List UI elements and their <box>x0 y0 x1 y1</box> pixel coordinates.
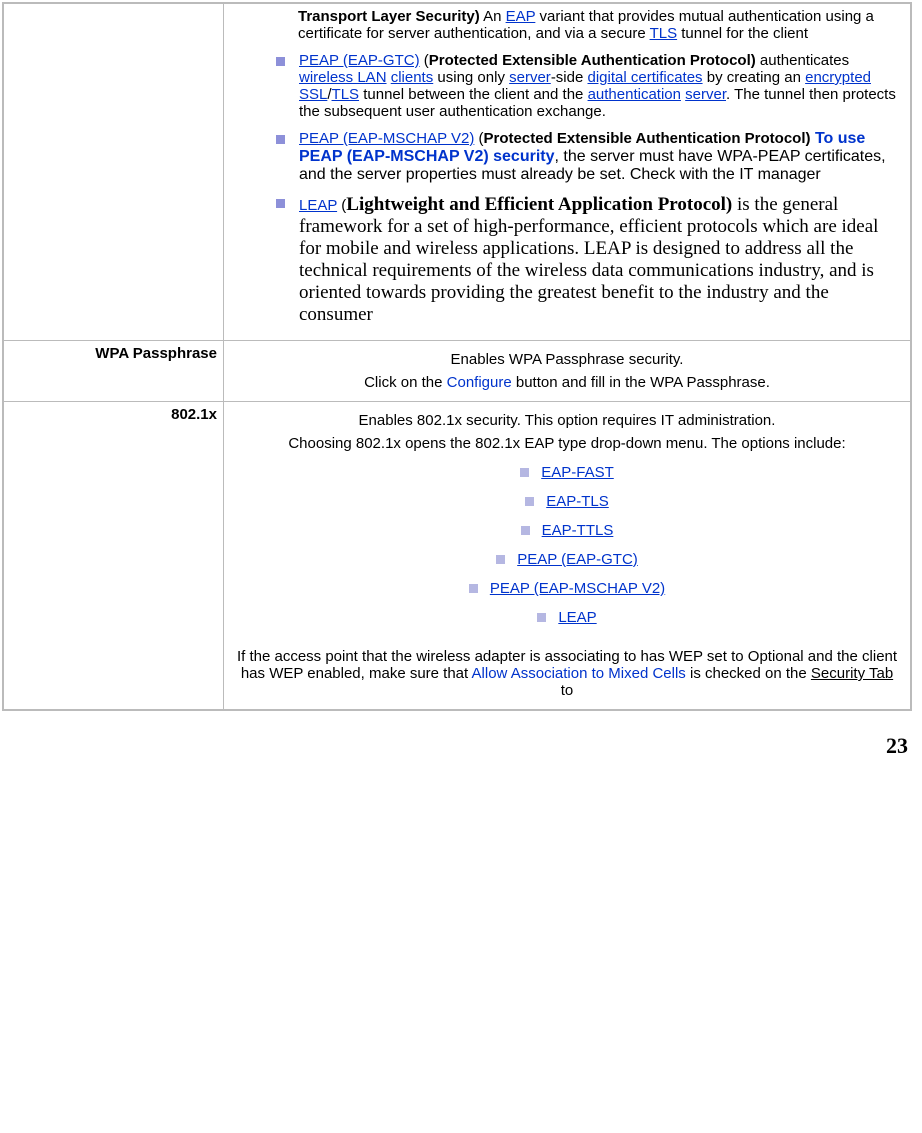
option-peap-gtc: PEAP (EAP-GTC) <box>496 551 638 568</box>
text: -side <box>551 69 588 86</box>
bullet-text: PEAP (EAP-MSCHAP V2) (Protected Extensib… <box>299 130 894 184</box>
peap-mschap-option-link[interactable]: PEAP (EAP-MSCHAP V2) <box>490 580 665 597</box>
row-content-cell: Enables 802.1x security. This option req… <box>224 402 911 710</box>
8021x-line1: Enables 802.1x security. This option req… <box>230 412 904 429</box>
text: by creating an <box>703 69 806 86</box>
text: using only <box>433 69 509 86</box>
text-bold: Transport Layer Security) <box>298 8 480 25</box>
option-peap-mschap: PEAP (EAP-MSCHAP V2) <box>469 580 665 597</box>
text-bold-serif: Lightweight and Efficient Application Pr… <box>346 194 732 215</box>
tls-link-2[interactable]: TLS <box>332 86 360 103</box>
ssl-link[interactable]: SSL <box>299 86 327 103</box>
text-bold: Protected Extensible Authentication Prot… <box>484 130 811 147</box>
eap-fast-link[interactable]: EAP-FAST <box>541 464 614 481</box>
text: button and fill in the WPA Passphrase. <box>512 374 770 391</box>
eap-tls-link[interactable]: EAP-TLS <box>546 493 609 510</box>
text: ( <box>474 130 483 147</box>
row-label-cell: WPA Passphrase <box>4 341 224 402</box>
encrypted-link[interactable]: encrypted <box>805 69 871 86</box>
allow-association-text: Allow Association to Mixed Cells <box>472 665 686 682</box>
peap-gtc-link[interactable]: PEAP (EAP-GTC) <box>299 52 420 69</box>
configure-text: Configure <box>447 374 512 391</box>
text: authenticates <box>756 52 849 69</box>
leap-link[interactable]: LEAP <box>299 197 337 214</box>
8021x-tail: If the access point that the wireless ad… <box>230 648 904 699</box>
content-frame: Transport Layer Security) An EAP variant… <box>2 2 912 711</box>
row-label-cell: 802.1x <box>4 402 224 710</box>
text: to <box>561 682 574 699</box>
8021x-line2: Choosing 802.1x opens the 802.1x EAP typ… <box>230 435 904 452</box>
bullet-icon <box>496 555 505 564</box>
text: ( <box>337 197 346 214</box>
top-paragraph: Transport Layer Security) An EAP variant… <box>230 8 904 42</box>
peap-mschap-link[interactable]: PEAP (EAP-MSCHAP V2) <box>299 130 474 147</box>
table-row: WPA Passphrase Enables WPA Passphrase se… <box>4 341 911 402</box>
peap-gtc-option-link[interactable]: PEAP (EAP-GTC) <box>517 551 638 568</box>
eap-link[interactable]: EAP <box>506 8 536 25</box>
digital-certificates-link[interactable]: digital certificates <box>588 69 703 86</box>
bullet-icon <box>276 57 285 66</box>
bullet-icon <box>276 135 285 144</box>
bullet-icon <box>469 584 478 593</box>
option-eap-ttls: EAP-TTLS <box>521 522 614 539</box>
authentication-link[interactable]: authentication <box>588 86 681 103</box>
wpa-line2: Click on the Configure button and fill i… <box>230 374 904 391</box>
clients-link[interactable]: clients <box>391 69 434 86</box>
server-link[interactable]: server <box>509 69 551 86</box>
bullet-icon <box>520 468 529 477</box>
table-row: Transport Layer Security) An EAP variant… <box>4 4 911 341</box>
bullet-text: PEAP (EAP-GTC) (Protected Extensible Aut… <box>299 52 900 120</box>
option-eap-tls: EAP-TLS <box>525 493 609 510</box>
wpa-line1: Enables WPA Passphrase security. <box>230 351 904 368</box>
leap-option-link[interactable]: LEAP <box>558 609 596 626</box>
eap-ttls-link[interactable]: EAP-TTLS <box>542 522 614 539</box>
bullet-item-leap: LEAP (Lightweight and Efficient Applicat… <box>230 194 904 326</box>
tls-link[interactable]: TLS <box>650 25 678 42</box>
text: Click on the <box>364 374 447 391</box>
text: tunnel for the client <box>677 25 808 42</box>
table-row: 802.1x Enables 802.1x security. This opt… <box>4 402 911 710</box>
bullet-icon <box>276 199 285 208</box>
bullet-item-peap-gtc: PEAP (EAP-GTC) (Protected Extensible Aut… <box>230 52 904 120</box>
wireless-lan-link[interactable]: wireless LAN <box>299 69 387 86</box>
row-content-cell: Enables WPA Passphrase security. Click o… <box>224 341 911 402</box>
text-bold: Protected Extensible Authentication Prot… <box>429 52 756 69</box>
row-label-cell <box>4 4 224 341</box>
option-eap-fast: EAP-FAST <box>520 464 614 481</box>
text: ( <box>420 52 429 69</box>
server-link-2[interactable]: server <box>685 86 726 103</box>
row-content-cell: Transport Layer Security) An EAP variant… <box>224 4 911 341</box>
bullet-item-peap-mschap: PEAP (EAP-MSCHAP V2) (Protected Extensib… <box>230 130 904 184</box>
definitions-table: Transport Layer Security) An EAP variant… <box>3 3 911 710</box>
text: is checked on the <box>686 665 811 682</box>
bullet-icon <box>525 497 534 506</box>
security-tab-link[interactable]: Security Tab <box>811 665 893 682</box>
bullet-text: LEAP (Lightweight and Efficient Applicat… <box>299 194 898 326</box>
bullet-icon <box>521 526 530 535</box>
option-leap: LEAP <box>537 609 596 626</box>
page-number: 23 <box>0 711 922 767</box>
text: tunnel between the client and the <box>359 86 588 103</box>
bullet-icon <box>537 613 546 622</box>
text: An <box>480 8 506 25</box>
